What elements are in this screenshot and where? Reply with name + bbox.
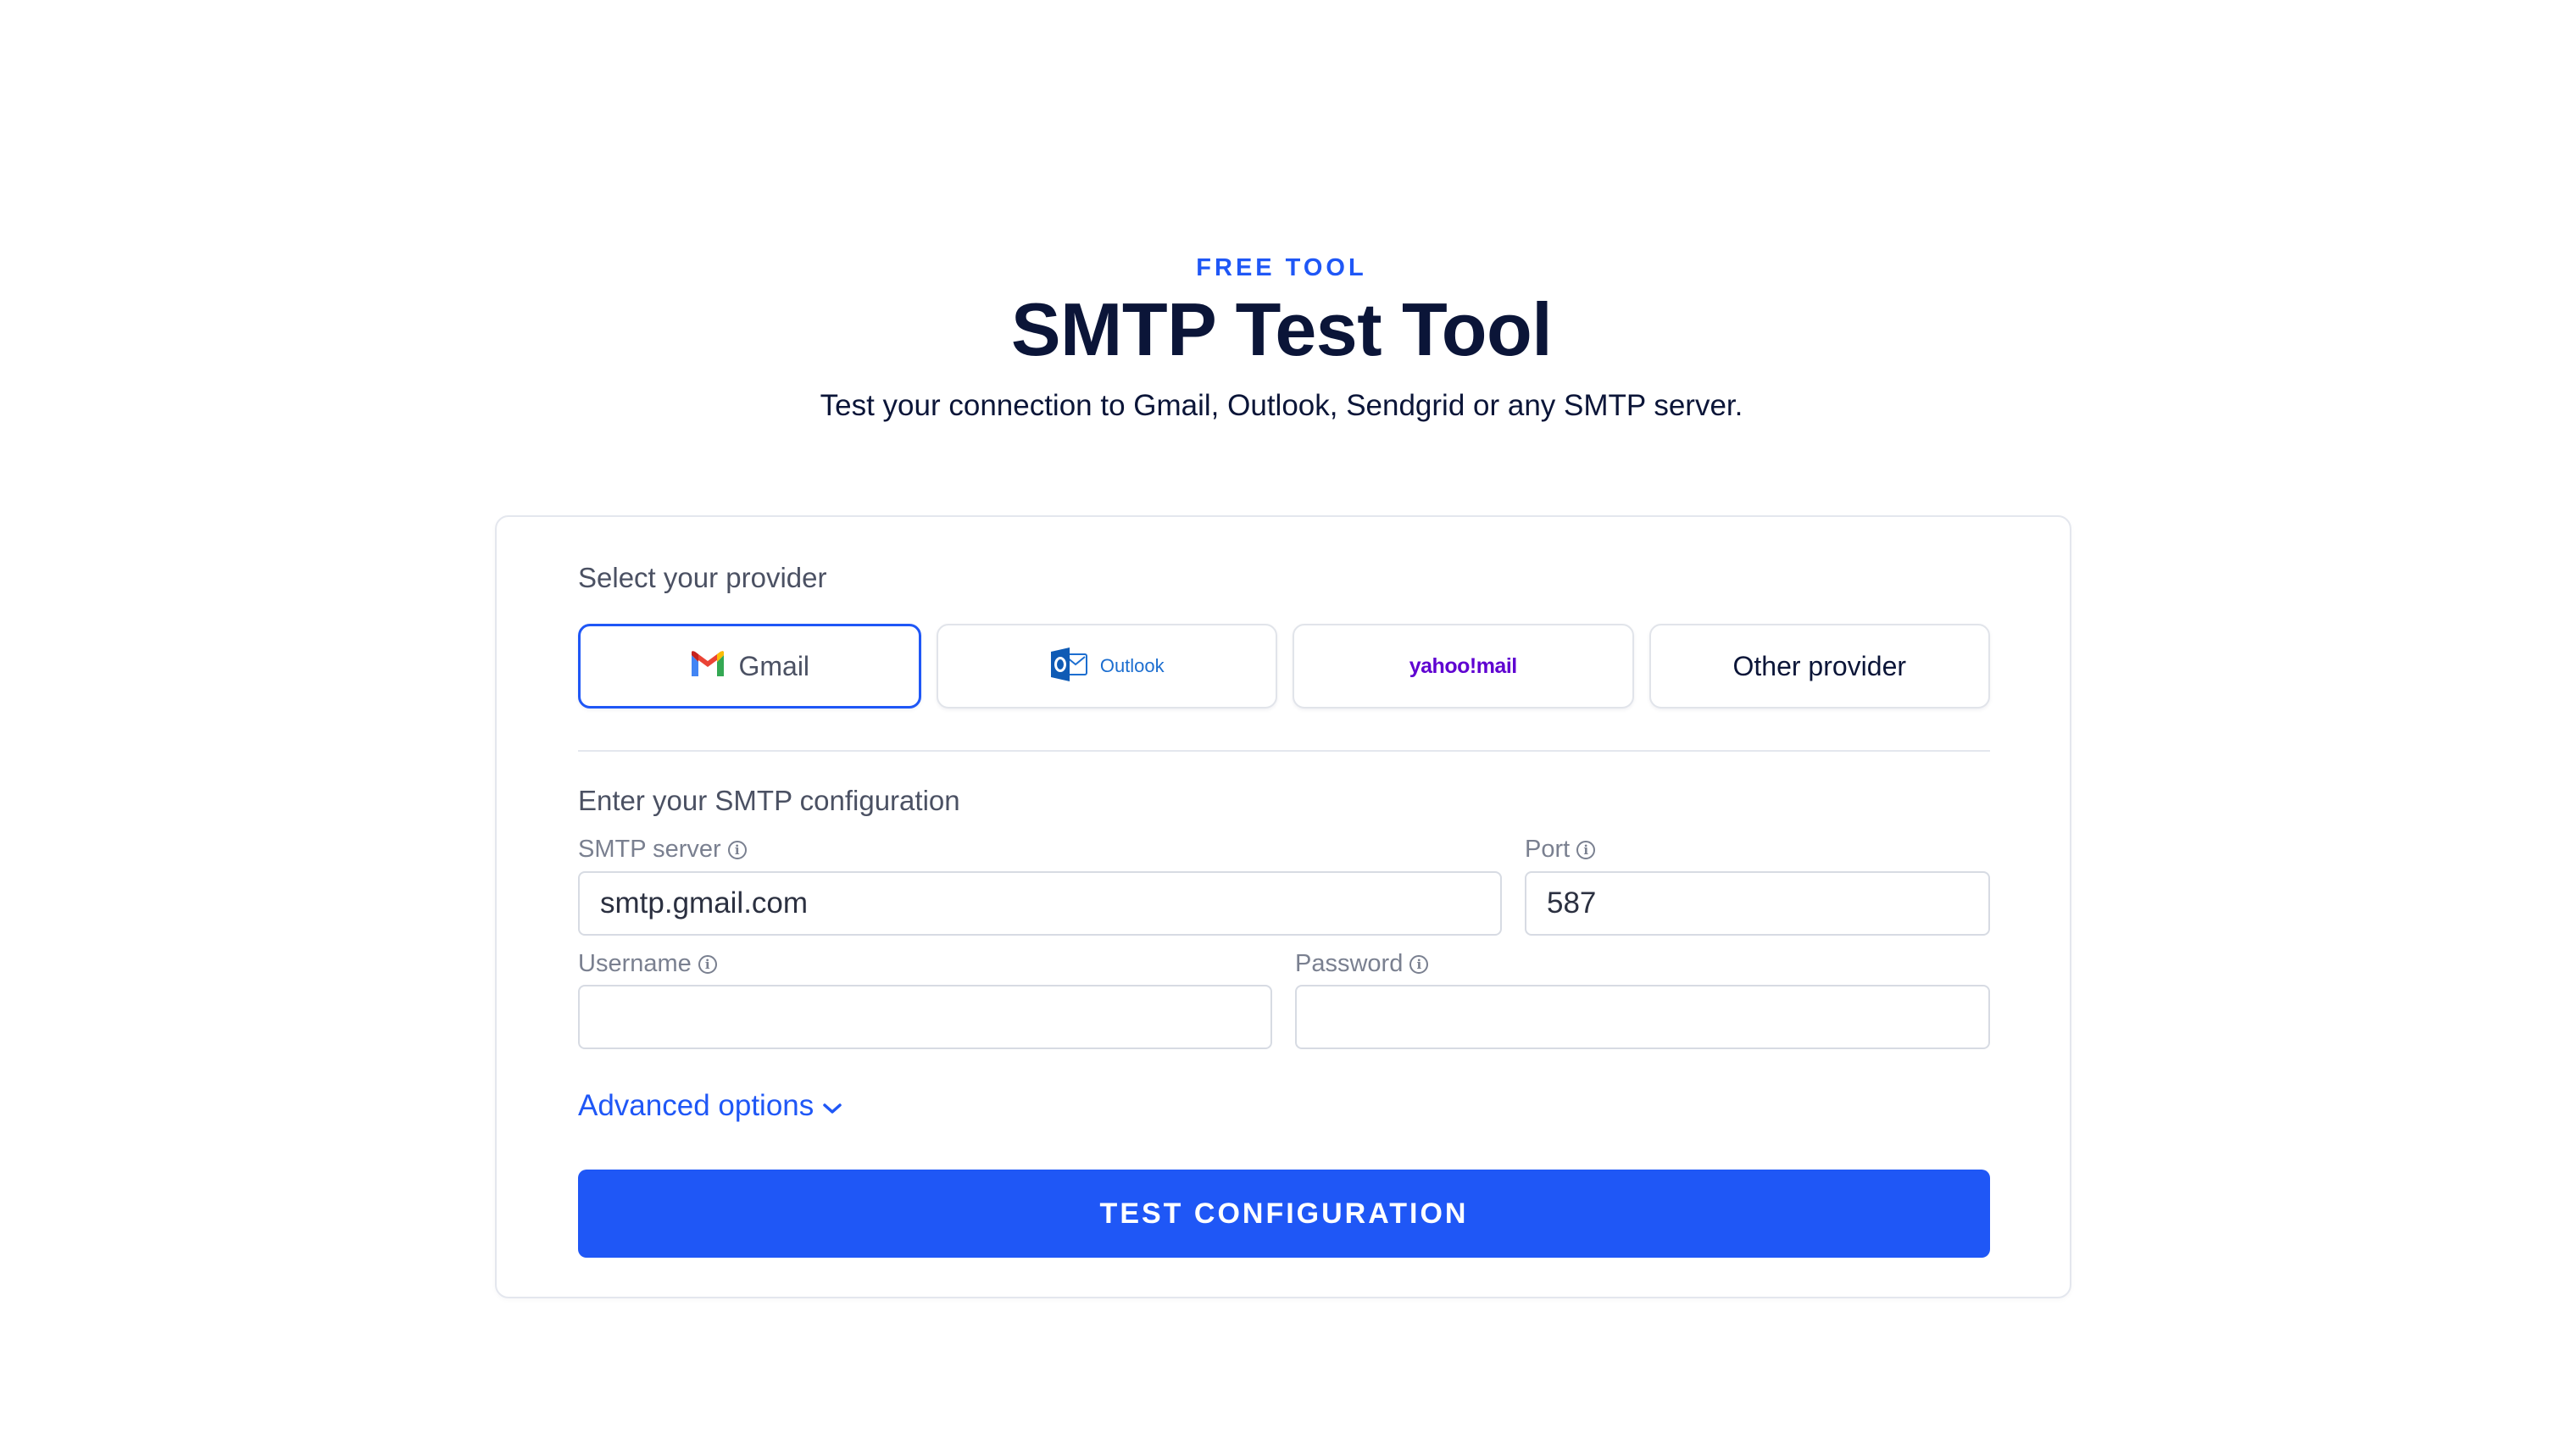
smtp-server-label: SMTP server i: [578, 836, 747, 864]
advanced-options-toggle[interactable]: Advanced options: [578, 1089, 842, 1123]
smtp-test-card: Select your provider Gmail Outlook yahoo…: [495, 515, 2071, 1298]
provider-option-outlook[interactable]: Outlook: [936, 624, 1277, 709]
provider-label-outlook: Outlook: [1099, 655, 1165, 676]
info-icon[interactable]: i: [698, 954, 717, 974]
advanced-options-label: Advanced options: [578, 1089, 814, 1122]
provider-option-other[interactable]: Other provider: [1648, 624, 1990, 709]
info-icon[interactable]: i: [727, 840, 747, 859]
password-label: Password i: [1295, 950, 1429, 978]
username-input[interactable]: [578, 985, 1272, 1049]
provider-label-gmail: Gmail: [738, 650, 810, 681]
username-label-text: Username: [578, 950, 692, 977]
username-label: Username i: [578, 950, 717, 978]
config-section-label: Enter your SMTP configuration: [578, 785, 960, 816]
page-subtitle: Test your connection to Gmail, Outlook, …: [820, 389, 1743, 422]
provider-option-gmail[interactable]: Gmail: [578, 624, 921, 709]
outlook-logo-icon: [1049, 647, 1088, 686]
test-configuration-button[interactable]: TEST CONFIGURATION: [578, 1170, 1990, 1258]
provider-label-other: Other provider: [1732, 650, 1907, 681]
port-label: Port i: [1525, 836, 1596, 864]
password-input[interactable]: [1295, 985, 1990, 1049]
eyebrow-label: FREE TOOL: [1196, 254, 1367, 281]
port-input[interactable]: [1525, 871, 1990, 936]
smtp-server-input[interactable]: [578, 871, 1502, 936]
gmail-logo-icon: [689, 650, 726, 683]
password-label-text: Password: [1295, 950, 1404, 977]
port-label-text: Port: [1525, 836, 1571, 863]
info-icon[interactable]: i: [1409, 954, 1429, 974]
provider-option-yahoo[interactable]: yahoo!mail: [1293, 624, 1634, 709]
provider-selector: Gmail Outlook yahoo!mail Other provider: [578, 624, 1990, 709]
section-divider: [578, 750, 1990, 752]
info-icon[interactable]: i: [1576, 840, 1596, 859]
chevron-down-icon: [822, 1089, 842, 1123]
smtp-server-label-text: SMTP server: [578, 836, 721, 863]
yahoo-mail-logo: yahoo!mail: [1409, 653, 1517, 678]
page-title: SMTP Test Tool: [1010, 287, 1553, 371]
provider-section-label: Select your provider: [578, 562, 827, 593]
